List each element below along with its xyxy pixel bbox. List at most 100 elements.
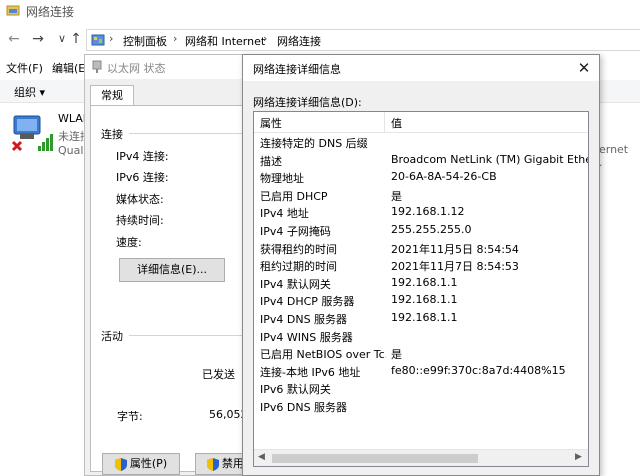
property-cell: IPv4 默认网关 [260, 277, 331, 291]
ipv6-connection-label: IPv6 连接: [116, 171, 169, 184]
value-cell: 192.168.1.1 [391, 311, 458, 324]
property-cell: IPv6 DNS 服务器 [260, 401, 348, 414]
breadcrumb-separator: › [173, 32, 178, 45]
menu-edit[interactable]: 编辑(E [52, 60, 85, 76]
column-header-value[interactable]: 值 [391, 115, 402, 131]
organize-button[interactable]: 组织 ▾ [14, 84, 45, 100]
network-folder-icon [6, 5, 20, 16]
table-row[interactable]: 已启用 DHCP 是 [254, 187, 588, 205]
table-row[interactable]: 连接特定的 DNS 后缀 [254, 134, 588, 152]
shield-icon [206, 457, 219, 471]
property-cell: 连接-本地 IPv6 地址 [260, 365, 361, 379]
breadcrumb-separator: › [109, 32, 114, 45]
tab-general[interactable]: 常规 [90, 85, 134, 106]
listview-header: 属性 值 [254, 112, 588, 133]
status-dialog-titlebar: 以太网 状态 [85, 55, 259, 79]
properties-button-label: 属性(P) [129, 457, 168, 470]
details-list-label: 网络连接详细信息(D): [253, 96, 362, 109]
column-divider[interactable] [384, 112, 385, 132]
tab-general-panel: 连接 IPv4 连接: IPv6 连接: 媒体状态: 持续时间: 速度: 详细信… [90, 105, 260, 472]
table-row[interactable]: 获得租约的时间 2021年11月5日 8:54:54 [254, 240, 588, 258]
property-cell: IPv4 DNS 服务器 [260, 313, 348, 326]
address-bar[interactable]: › 控制面板 › 网络和 Internet › 网络连接 [86, 29, 640, 51]
wlan-adapter-icon[interactable] [10, 112, 56, 156]
value-cell: 2021年11月7日 8:54:53 [391, 260, 519, 274]
property-cell: IPv4 子网掩码 [260, 225, 331, 238]
ipv4-connection-label: IPv4 连接: [116, 150, 169, 163]
horizontal-scrollbar[interactable]: ◀ ▶ [254, 449, 588, 466]
value-cell: 192.168.1.1 [391, 293, 458, 307]
column-header-property[interactable]: 属性 [260, 115, 282, 131]
activity-group-label: 活动 [101, 330, 123, 343]
table-row[interactable]: 物理地址 20-6A-8A-54-26-CB [254, 169, 588, 187]
network-details-dialog: 网络连接详细信息 ✕ 网络连接详细信息(D): 属性 值 连接特定的 DNS 后… [242, 54, 600, 476]
scroll-right-arrow-icon[interactable]: ▶ [575, 452, 582, 462]
wlan-description: Qual [58, 144, 84, 157]
group-divider [129, 133, 259, 134]
value-cell: 是 [391, 348, 402, 362]
ethernet-status-dialog: 以太网 状态 常规 连接 IPv4 连接: IPv6 连接: 媒体状态: 持续时… [84, 54, 260, 476]
table-row[interactable]: 描述 Broadcom NetLink (TM) Gigabit Etherne [254, 152, 588, 170]
control-panel-icon [91, 34, 105, 46]
breadcrumb-network-internet[interactable]: 网络和 Internet [185, 33, 265, 49]
ethernet-icon [92, 60, 102, 73]
duration-label: 持续时间: [116, 214, 164, 227]
table-row[interactable]: IPv4 DNS 服务器 192.168.1.1 [254, 310, 588, 328]
close-icon[interactable]: ✕ [573, 57, 595, 79]
property-cell: IPv4 WINS 服务器 [260, 330, 353, 344]
status-dialog-title: 以太网 状态 [107, 62, 166, 75]
details-listview[interactable]: 属性 值 连接特定的 DNS 后缀 描述 Broadcom NetLink (TM)… [253, 111, 589, 467]
media-state-label: 媒体状态: [116, 193, 164, 206]
back-arrow-icon[interactable]: ← [6, 32, 22, 46]
group-divider [129, 335, 259, 336]
table-row[interactable]: IPv4 子网掩码 255.255.255.0 [254, 222, 588, 240]
property-cell: IPv4 DHCP 服务器 [260, 295, 355, 309]
property-cell: 已启用 DHCP [260, 189, 328, 203]
table-row[interactable]: 连接-本地 IPv6 地址 fe80::e99f:370c:8a7d:4408%1… [254, 363, 588, 381]
value-cell: 255.255.255.0 [391, 223, 472, 236]
explorer-title: 网络连接 [26, 5, 75, 19]
property-cell: IPv6 默认网关 [260, 383, 331, 397]
listview-rows: 连接特定的 DNS 后缀 描述 Broadcom NetLink (TM) Giga… [254, 134, 588, 449]
address-toolbar: ← → ∨ ↑ › 控制面板 › 网络和 Internet › 网络连接 [0, 26, 640, 52]
scrollbar-thumb[interactable] [272, 454, 478, 463]
properties-button[interactable]: 属性(P) [102, 453, 180, 475]
value-cell: fe80::e99f:370c:8a7d:4408%15 [391, 363, 566, 377]
breadcrumb-separator: › [263, 32, 268, 45]
table-row[interactable]: 租约过期的时间 2021年11月7日 8:54:53 [254, 257, 588, 275]
value-cell: 2021年11月5日 8:54:54 [391, 242, 519, 256]
value-cell: 192.168.1.12 [391, 205, 465, 219]
property-cell: 描述 [260, 154, 282, 168]
table-row[interactable]: IPv4 默认网关 192.168.1.1 [254, 275, 588, 293]
value-cell: Broadcom NetLink (TM) Gigabit Etherne [391, 152, 589, 166]
property-cell: 连接特定的 DNS 后缀 [260, 137, 368, 150]
table-row[interactable]: 已启用 NetBIOS over Tc... 是 [254, 345, 588, 363]
speed-label: 速度: [116, 236, 142, 249]
property-cell: 获得租约的时间 [260, 242, 337, 256]
breadcrumb-control-panel[interactable]: 控制面板 [123, 33, 167, 49]
menu-file[interactable]: 文件(F) [6, 60, 43, 76]
scroll-left-arrow-icon[interactable]: ◀ [258, 452, 265, 462]
property-cell: IPv4 地址 [260, 207, 309, 221]
property-cell: 租约过期的时间 [260, 260, 337, 274]
table-row[interactable]: IPv4 地址 192.168.1.12 [254, 204, 588, 222]
details-dialog-titlebar: 网络连接详细信息 ✕ [243, 55, 599, 81]
table-row[interactable]: IPv6 默认网关 [254, 380, 588, 398]
value-cell: 20-6A-8A-54-26-CB [391, 170, 497, 184]
shield-icon [114, 457, 127, 471]
property-cell: 物理地址 [260, 172, 304, 186]
forward-arrow-icon[interactable]: → [30, 32, 46, 46]
table-row[interactable]: IPv6 DNS 服务器 [254, 398, 588, 416]
explorer-titlebar: 网络连接 [0, 0, 640, 22]
value-cell: 192.168.1.1 [391, 275, 458, 289]
table-row[interactable]: IPv4 WINS 服务器 [254, 328, 588, 346]
sent-label: 已发送 [202, 368, 235, 381]
property-cell: 已启用 NetBIOS over Tc... [260, 348, 386, 362]
value-cell: 是 [391, 189, 402, 203]
bytes-label: 字节: [117, 410, 143, 423]
details-dialog-title: 网络连接详细信息 [253, 63, 341, 76]
details-button[interactable]: 详细信息(E)... [119, 258, 225, 282]
up-arrow-icon[interactable]: ↑ [68, 32, 84, 46]
table-row[interactable]: IPv4 DHCP 服务器 192.168.1.1 [254, 292, 588, 310]
breadcrumb-network-connections[interactable]: 网络连接 [277, 33, 321, 49]
